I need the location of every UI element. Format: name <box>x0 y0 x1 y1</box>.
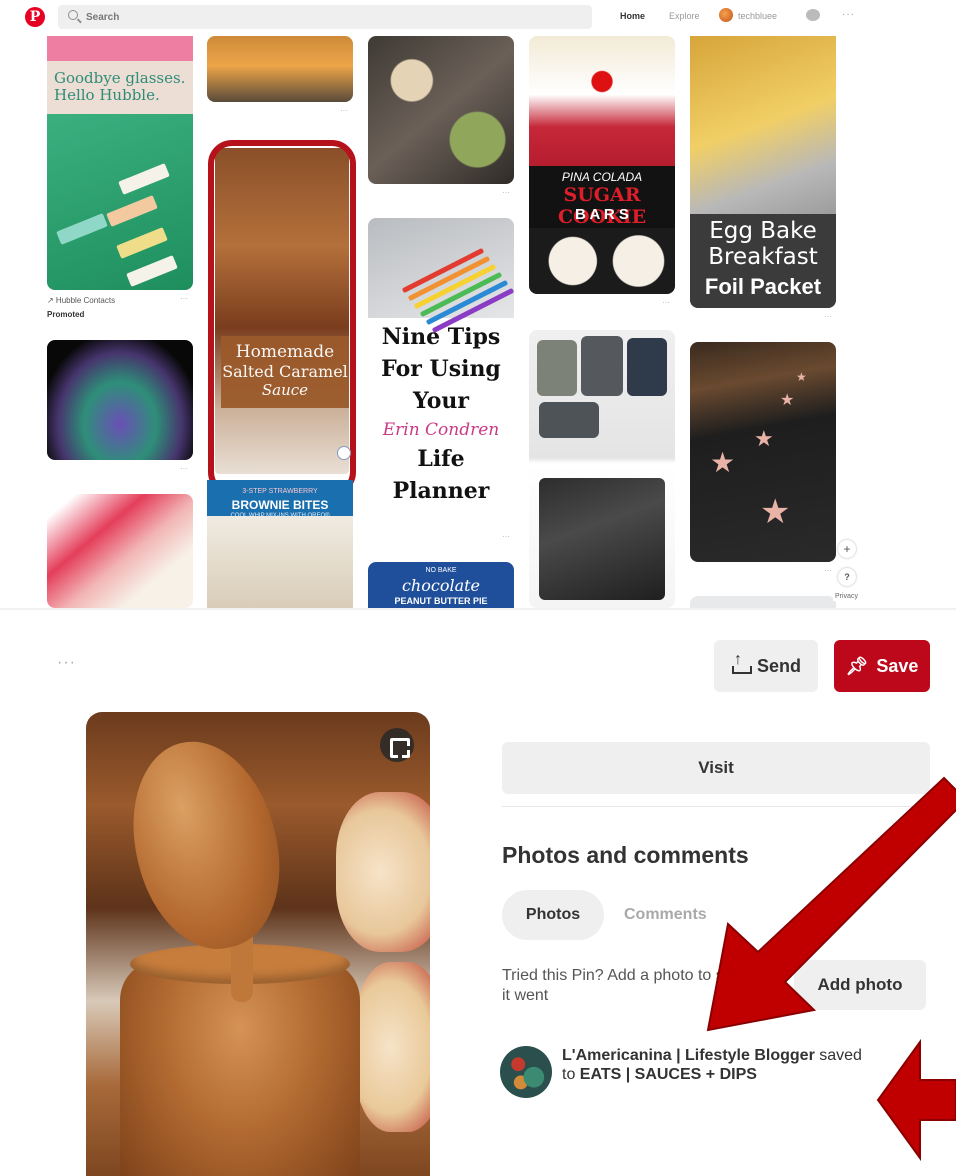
pin-egg-bake[interactable]: Egg Bake Breakfast Foil Packet <box>690 36 836 308</box>
pin-cake[interactable] <box>47 494 193 608</box>
pin-partial[interactable] <box>690 596 836 608</box>
contact-box <box>126 255 178 287</box>
nav-explore-link[interactable]: Explore <box>669 11 700 21</box>
search-bar[interactable] <box>58 5 592 29</box>
chat-icon[interactable] <box>806 9 820 21</box>
pin-source-link[interactable]: ↗ Hubble Contacts <box>47 296 115 305</box>
bag <box>539 478 665 600</box>
pin-caption-line: chocolate <box>401 576 481 595</box>
contact-box <box>56 213 108 245</box>
annotation-arrow-diagonal <box>706 776 956 1032</box>
pin-image <box>529 36 675 166</box>
more-icon[interactable]: ··· <box>842 9 855 20</box>
highlight-box <box>208 140 356 496</box>
annotation-arrow-horizontal <box>876 1038 956 1162</box>
search-input[interactable] <box>86 8 566 26</box>
pin-caption-line: Breakfast <box>708 244 818 270</box>
home-feed-screenshot: P Home Explore techbluee ··· Goodbye gla… <box>0 0 956 608</box>
pin-headline: Goodbye glasses. Hello Hubble. <box>54 70 185 104</box>
pin-caption-line: Erin Condren <box>382 420 500 440</box>
star-shape: ★ <box>710 447 736 478</box>
pin-taxi[interactable] <box>207 36 353 102</box>
pin-nine-tips[interactable]: Nine Tips For Using Your Erin Condren Li… <box>368 218 514 528</box>
pin-pina-colada[interactable]: PINA COLADA SUGAR COOKIE B A R S <box>529 36 675 294</box>
pin-caption-line: NO BAKE <box>425 567 457 574</box>
pin-caption-line: Egg Bake <box>709 218 817 244</box>
top-nav-bar: P Home Explore techbluee ··· <box>0 0 956 34</box>
pin-caption-band: PINA COLADA SUGAR COOKIE B A R S <box>529 166 675 228</box>
star-shape: ★ <box>796 370 807 384</box>
pin-headline-line: Goodbye glasses. <box>54 69 186 87</box>
plus-icon[interactable]: + <box>838 540 856 558</box>
pin-caption-line: Planner <box>392 478 490 504</box>
search-icon <box>68 10 78 20</box>
bag <box>539 402 599 438</box>
user-avatar[interactable] <box>719 8 733 22</box>
pin-action-icon[interactable] <box>337 446 351 460</box>
pin-more-icon[interactable]: ··· <box>180 294 188 303</box>
pin-more-icon[interactable]: ··· <box>502 188 510 197</box>
page: P Home Explore techbluee ··· Goodbye gla… <box>0 0 956 1176</box>
pin-hubble-ad[interactable]: Goodbye glasses. Hello Hubble. <box>47 36 193 290</box>
pin-image <box>47 114 193 290</box>
nav-user-link[interactable]: techbluee <box>738 11 777 21</box>
bag <box>537 340 577 396</box>
star-shape: ★ <box>754 426 774 451</box>
contact-box <box>116 227 168 259</box>
pin-more-icon[interactable]: ··· <box>824 312 832 321</box>
pinterest-logo-icon[interactable]: P <box>25 7 45 27</box>
promoted-label: Promoted <box>47 310 85 319</box>
star-shape: ★ <box>780 392 795 409</box>
pin-image <box>368 218 514 334</box>
pin-caption-line: Life <box>417 446 465 472</box>
pin-caption-line: Foil Packet <box>704 274 822 299</box>
nav-home-link[interactable]: Home <box>620 11 645 21</box>
pin-caption-line: Your <box>412 388 470 414</box>
pin-more-icon[interactable]: ··· <box>180 464 188 473</box>
pin-caption-line: BROWNIE BITES <box>231 498 329 512</box>
bag <box>627 338 667 396</box>
pin-caption-line: For Using <box>381 356 501 382</box>
pin-image-strip <box>47 36 193 61</box>
star-shape: ★ <box>760 493 791 531</box>
pin-planet[interactable] <box>47 340 193 460</box>
contact-box <box>118 163 170 195</box>
pin-more-icon[interactable]: ··· <box>340 106 348 115</box>
pin-caption-line: PINA COLADA <box>561 170 643 184</box>
help-icon[interactable]: ? <box>838 568 856 586</box>
pin-more-icon[interactable]: ··· <box>502 532 510 541</box>
pin-caption-line: B A R S <box>575 206 629 223</box>
pin-headline-line: Hello Hubble. <box>54 86 160 104</box>
pin-more-icon[interactable]: ··· <box>662 298 670 307</box>
pin-pb-pie[interactable]: NO BAKE chocolate PEANUT BUTTER PIE <box>368 562 514 608</box>
annotation-arrows <box>706 776 956 1162</box>
pin-closeup-screenshot: ··· Send 📌︎ Save Visit Photos and commen… <box>0 608 956 1176</box>
pin-caption-line: 3-STEP STRAWBERRY <box>242 488 318 495</box>
pin-caption-line: PEANUT BUTTER PIE <box>394 596 488 606</box>
pin-caption-line: Nine Tips <box>381 324 501 350</box>
pin-food-table[interactable] <box>368 36 514 184</box>
pin-caption-band: Egg Bake Breakfast Foil Packet <box>690 214 836 308</box>
pin-more-icon[interactable]: ··· <box>824 566 832 575</box>
contact-box <box>106 195 158 227</box>
privacy-link[interactable]: Privacy <box>833 592 860 601</box>
pin-image <box>529 228 675 294</box>
pin-caption-line: COOL WHIP MIX-INS WITH OREO® <box>230 513 330 519</box>
bag <box>581 336 623 396</box>
pin-walk-of-fame[interactable]: ★ ★ ★ ★ ★ <box>690 342 836 562</box>
pin-brownie-bites[interactable]: 3-STEP STRAWBERRY BROWNIE BITES COOL WHI… <box>207 480 353 608</box>
pin-backpacks[interactable] <box>529 330 675 608</box>
